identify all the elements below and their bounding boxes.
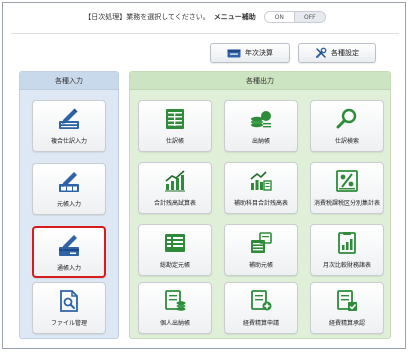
year-end-label: 年次決算 bbox=[245, 49, 273, 57]
tile-label: ファイル管理 bbox=[50, 320, 87, 327]
sub-ledger-tile[interactable]: 補助元帳 bbox=[224, 224, 298, 276]
output-panel-title: 各種出力 bbox=[130, 72, 390, 90]
settings-label: 各種設定 bbox=[331, 49, 359, 57]
trial-balance-tile[interactable]: 合計残高試算表 bbox=[138, 162, 212, 214]
tile-label: 個人出納帳 bbox=[159, 320, 190, 327]
journal-icon bbox=[166, 109, 184, 129]
header-divider bbox=[11, 33, 399, 34]
pencil-ledger-icon bbox=[59, 172, 79, 192]
pencil-list-icon bbox=[59, 108, 79, 129]
expense-request-tile[interactable]: 経費精算申請 bbox=[224, 282, 298, 334]
tile-label: 合計残高試算表 bbox=[153, 200, 196, 207]
tile-label: 補助科目合計残高表 bbox=[233, 200, 288, 207]
header-bar: 【日次処理】業務を選択してください。 メニュー補助 ON OFF bbox=[3, 8, 407, 26]
menu-assist-label: メニュー補助 bbox=[213, 13, 256, 21]
sub-account-balance-tile[interactable]: 補助科目合計残高表 bbox=[224, 162, 298, 214]
pencil-card-icon bbox=[59, 235, 79, 256]
toggle-on-button[interactable]: ON bbox=[264, 12, 295, 22]
general-ledger-icon bbox=[165, 234, 185, 252]
compound-journal-input-tile[interactable]: 複合仕訳入力 bbox=[32, 100, 106, 152]
menu-assist-toggle[interactable]: ON OFF bbox=[263, 11, 326, 23]
expense-request-icon bbox=[251, 290, 272, 311]
tile-label: 出納帳 bbox=[251, 138, 270, 145]
toggle-off-button[interactable]: OFF bbox=[294, 12, 325, 22]
input-panel-title: 各種入力 bbox=[20, 72, 118, 90]
cashbook-icon bbox=[251, 111, 271, 128]
main-frame: 【日次処理】業務を選択してください。 メニュー補助 ON OFF 年次決算 各種… bbox=[2, 2, 406, 349]
monthly-compare-icon bbox=[338, 232, 356, 254]
cashbook-tile[interactable]: 出納帳 bbox=[224, 100, 298, 152]
sub-account-icon bbox=[250, 171, 272, 191]
trial-balance-icon bbox=[165, 170, 185, 192]
general-ledger-tile[interactable]: 総勘定元帳 bbox=[138, 224, 212, 276]
percent-icon bbox=[336, 170, 358, 192]
document-search-icon bbox=[60, 290, 78, 312]
tile-label: 仕訳帳 bbox=[165, 138, 184, 145]
ledger-input-tile[interactable]: 元帳入力 bbox=[32, 163, 106, 215]
file-management-tile[interactable]: ファイル管理 bbox=[32, 282, 106, 334]
tile-label: 経費精算申請 bbox=[242, 320, 279, 327]
tile-label: 総勘定元帳 bbox=[159, 262, 190, 269]
consumption-tax-tile[interactable]: 消費税課税区分別集計表 bbox=[310, 162, 384, 214]
journal-tile[interactable]: 仕訳帳 bbox=[138, 100, 212, 152]
tile-label: 経費精算承認 bbox=[328, 320, 365, 327]
personal-cashbook-tile[interactable]: 個人出納帳 bbox=[138, 282, 212, 334]
personal-cashbook-icon bbox=[165, 290, 186, 311]
tile-label: 複合仕訳入力 bbox=[50, 138, 87, 145]
settings-button[interactable]: 各種設定 bbox=[298, 43, 376, 63]
year-end-icon bbox=[227, 49, 241, 58]
expense-approve-icon bbox=[337, 290, 357, 311]
search-icon bbox=[336, 108, 357, 129]
tile-label: 補助元帳 bbox=[248, 262, 273, 269]
tile-label: 元帳入力 bbox=[56, 201, 81, 208]
passbook-input-tile[interactable]: 通帳入力 bbox=[32, 226, 106, 278]
tools-icon bbox=[316, 47, 327, 58]
journal-search-tile[interactable]: 仕訳検索 bbox=[310, 100, 384, 152]
expense-approve-tile[interactable]: 経費精算承認 bbox=[310, 282, 384, 334]
tile-label: 通帳入力 bbox=[56, 265, 81, 272]
tile-label: 仕訳検索 bbox=[334, 138, 359, 145]
output-panel: 各種出力 仕訳帳 出納帳 仕訳検索 合計残高試算表 補助科目合計残高表 消費税課… bbox=[129, 71, 391, 339]
input-panel: 各種入力 複合仕訳入力 元帳入力 通帳入力 ファイル管理 bbox=[19, 71, 119, 339]
monthly-comparison-tile[interactable]: 月次比較財務諸表 bbox=[310, 224, 384, 276]
tile-label: 消費税課税区分別集計表 bbox=[313, 200, 380, 207]
tile-label: 月次比較財務諸表 bbox=[322, 262, 371, 269]
instruction-text: 【日次処理】業務を選択してください。 bbox=[84, 13, 210, 21]
sub-ledger-icon bbox=[251, 232, 272, 253]
year-end-button[interactable]: 年次決算 bbox=[210, 43, 290, 63]
